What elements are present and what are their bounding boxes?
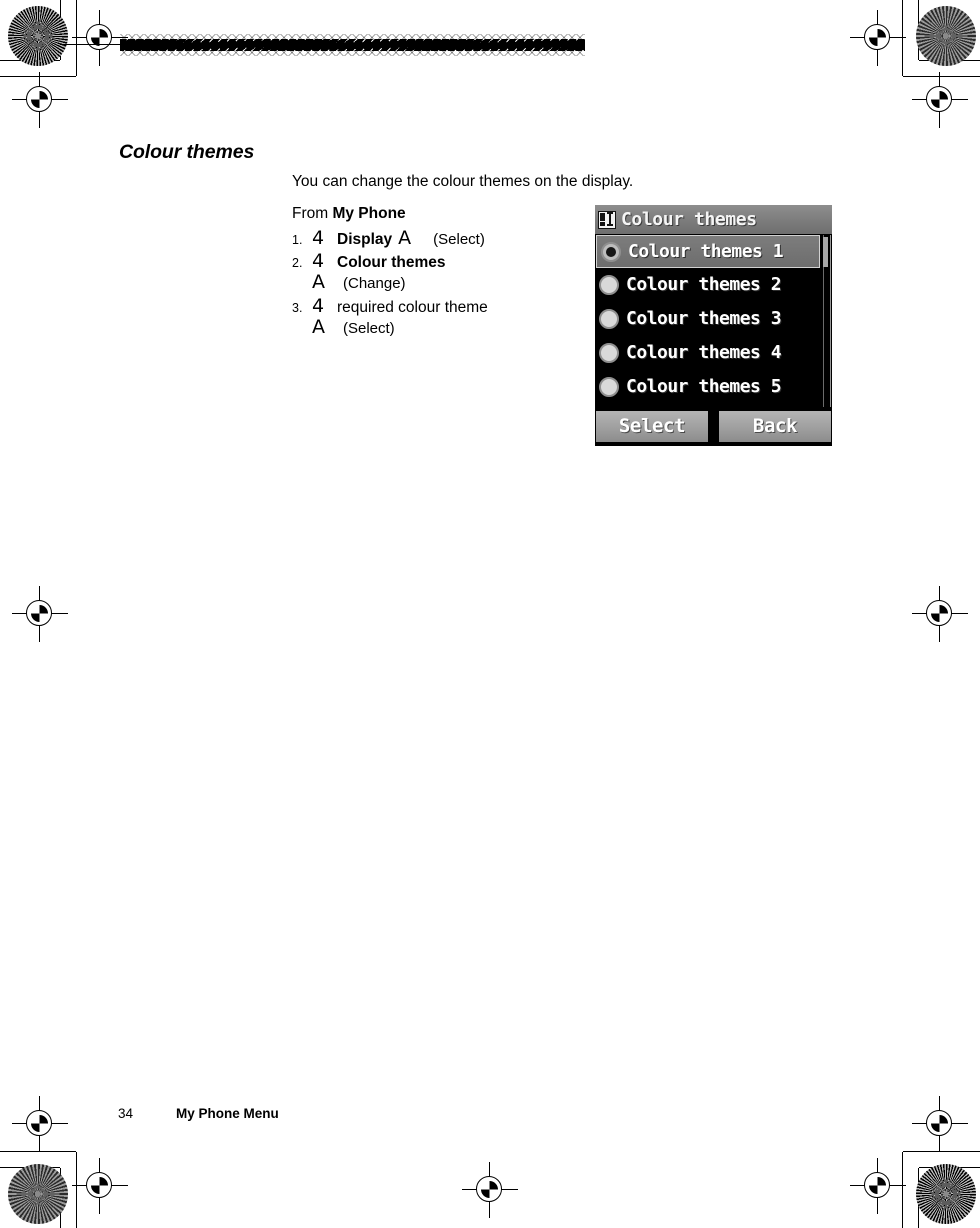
step-number: 2. [292,256,303,270]
list-item-label: Colour themes 5 [626,376,782,397]
list-item-label: Colour themes 4 [626,342,782,363]
header-decorative-band [120,34,585,56]
step-action-text: (Change) [343,275,406,292]
registration-mark [912,72,968,128]
list-item[interactable]: Colour themes 1 [596,235,820,268]
step-sub-line: A (Select) [292,318,592,340]
list-item[interactable]: Colour themes 4 [595,336,821,370]
density-disc [8,6,68,66]
step-label: Display [337,231,393,248]
phone-theme-list: Colour themes 1 Colour themes 2 Colour t… [595,234,832,408]
scrollbar-track[interactable] [823,235,831,407]
display-settings-icon [598,210,616,229]
registration-mark [12,72,68,128]
list-item-label: Colour themes 1 [628,240,784,262]
step-label: required colour theme [337,299,488,316]
softkey-back-button[interactable]: Back [719,410,831,442]
step-item: 2. 4 Colour themes A (Change) [292,252,592,295]
step-label: Colour themes [337,254,446,271]
density-disc [916,6,976,66]
registration-mark [462,1162,518,1218]
step-number: 3. [292,301,303,315]
registration-mark [912,586,968,642]
phone-title-text: Colour themes [621,208,757,230]
select-key-glyph-icon: A [312,271,325,293]
registration-mark [12,1096,68,1152]
phone-screen-illustration: Colour themes Colour themes 1 Colour the… [595,205,832,446]
radio-button-icon[interactable] [599,275,619,295]
radio-button-icon[interactable] [599,343,619,363]
scrollbar-thumb[interactable] [823,237,828,267]
step-sub-line: A (Change) [292,273,592,295]
list-item[interactable]: Colour themes 2 [595,268,821,302]
softkey-select-label: Select [618,414,686,437]
softkey-select-button[interactable]: Select [596,410,708,442]
scroll-down-glyph-icon: 4 [312,295,325,317]
step-action-text: (Select) [343,320,395,337]
registration-mark [912,1096,968,1152]
phone-softkey-bar: Select Back [595,408,832,444]
radio-button-icon[interactable] [599,309,619,329]
step-item: 3. 4 required colour theme A (Select) [292,297,592,340]
from-prefix: From [292,205,333,222]
softkey-back-label: Back [752,414,798,437]
phone-title-bar: Colour themes [595,205,832,234]
footer-section-title: My Phone Menu [176,1106,279,1121]
steps-list: 1. 4 Display A (Select) 2. 4 Colour themes A (C… [292,229,592,340]
step-item: 1. 4 Display A (Select) [292,229,592,250]
registration-mark [850,1158,906,1214]
from-menu-name: My Phone [332,205,406,222]
body-column: You can change the colour themes on the … [292,172,634,342]
select-key-glyph-icon: A [398,227,412,249]
select-key-glyph-icon: A [312,316,325,338]
scroll-down-glyph-icon: 4 [312,250,325,272]
list-item-label: Colour themes 3 [626,308,782,329]
density-disc [916,1164,976,1224]
list-item[interactable]: Colour themes 5 [595,370,821,404]
step-action-text: (Select) [433,231,485,248]
page-number: 34 [118,1106,134,1121]
radio-button-icon[interactable] [601,241,621,262]
from-line: From My Phone [292,204,592,224]
step-number: 1. [292,233,303,247]
list-item[interactable]: Colour themes 3 [595,302,821,336]
registration-mark [72,1158,128,1214]
radio-button-icon[interactable] [599,377,619,397]
scroll-down-glyph-icon: 4 [312,227,325,249]
registration-mark [12,586,68,642]
page-title: Colour themes [119,141,255,163]
intro-paragraph: You can change the colour themes on the … [292,173,634,190]
header-rule [60,44,122,46]
list-item-label: Colour themes 2 [626,274,782,295]
registration-mark [850,10,906,66]
density-disc [8,1164,68,1224]
page-footer: 34 My Phone Menu [118,1106,279,1121]
